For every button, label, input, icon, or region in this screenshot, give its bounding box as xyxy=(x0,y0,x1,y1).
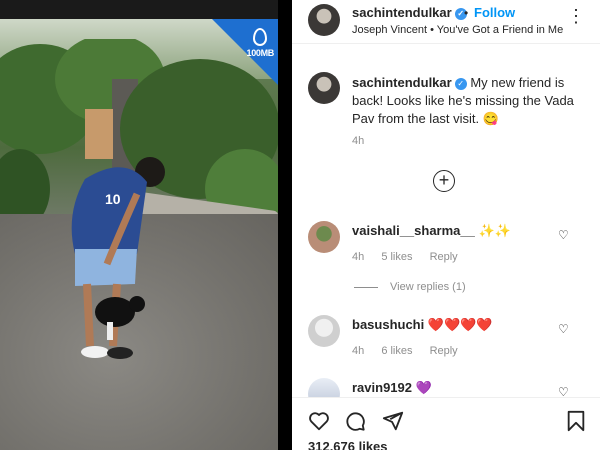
comment-time: 4h xyxy=(352,251,365,263)
bookmark-icon[interactable] xyxy=(566,410,586,432)
replies-line xyxy=(354,286,378,288)
more-options-icon[interactable]: ⋮ xyxy=(567,6,586,27)
view-replies-label[interactable]: View replies (1) xyxy=(390,281,466,293)
plus-circle-icon[interactable]: + xyxy=(433,170,455,192)
comment-likes[interactable]: 5 likes xyxy=(381,251,412,263)
send-icon[interactable] xyxy=(382,410,404,432)
post-caption: sachintendulkar ✓ My new friend is back! … xyxy=(352,74,588,128)
follow-button[interactable]: Follow xyxy=(474,5,515,20)
heart-icon[interactable] xyxy=(308,410,330,432)
comment-like-icon[interactable]: ♡ xyxy=(558,322,569,336)
comment-reply-button[interactable]: Reply xyxy=(430,251,458,263)
comment-icon[interactable] xyxy=(344,410,366,432)
post-panel: sachintendulkar ✓ • Follow Joseph Vincent… xyxy=(292,0,600,450)
brand-label: 100MB xyxy=(246,48,274,58)
comment-avatar[interactable] xyxy=(308,221,340,253)
post-header: sachintendulkar ✓ • Follow Joseph Vincent… xyxy=(292,0,600,44)
svg-text:10: 10 xyxy=(105,191,121,207)
separator-dot: • xyxy=(464,6,469,20)
comment-username[interactable]: ravin9192 💜 xyxy=(352,380,432,396)
caption-avatar[interactable] xyxy=(308,72,340,104)
post-video[interactable]: 10 100MB xyxy=(0,0,278,450)
comment-likes[interactable]: 6 likes xyxy=(381,345,412,357)
comment-username[interactable]: basushuchi ❤️❤️❤️❤️ xyxy=(352,317,493,333)
comment-username[interactable]: vaishali__sharma__ ✨✨ xyxy=(352,223,511,239)
video-frame: 10 xyxy=(0,19,278,450)
caption-time: 4h xyxy=(352,135,365,147)
comment-meta: 4h 6 likes Reply xyxy=(352,345,458,357)
comment-like-icon[interactable]: ♡ xyxy=(558,228,569,242)
comment-reply-button[interactable]: Reply xyxy=(430,345,458,357)
post-actions-bar: 312,676 likes xyxy=(292,397,600,450)
avatar[interactable] xyxy=(308,4,340,36)
music-info[interactable]: Joseph Vincent • You've Got a Friend in … xyxy=(352,24,563,36)
location-pin-icon xyxy=(253,28,267,46)
comment-time: 4h xyxy=(352,345,365,357)
view-replies-button[interactable]: View replies (1) xyxy=(354,281,466,293)
comment-meta: 4h 5 likes Reply xyxy=(352,251,458,263)
likes-count[interactable]: 312,676 likes xyxy=(308,439,388,450)
header-username[interactable]: sachintendulkar ✓ xyxy=(352,5,467,20)
comment-avatar[interactable] xyxy=(308,315,340,347)
video-person: 10 xyxy=(71,157,165,359)
caption-username[interactable]: sachintendulkar xyxy=(352,75,452,90)
verified-icon: ✓ xyxy=(454,78,467,90)
header-username-text[interactable]: sachintendulkar xyxy=(352,5,452,20)
